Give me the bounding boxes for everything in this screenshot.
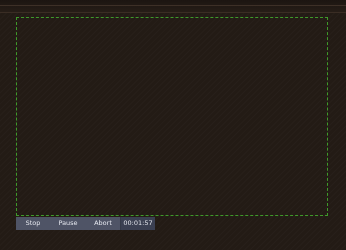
- top-bar: [0, 0, 346, 13]
- recording-region-frame[interactable]: [16, 17, 328, 216]
- recording-timer: 00:01:57: [121, 217, 155, 230]
- abort-button[interactable]: Abort: [86, 217, 120, 230]
- stop-button[interactable]: Stop: [16, 217, 50, 230]
- recording-control-bar: Stop Pause Abort 00:01:57: [16, 217, 155, 230]
- pause-button[interactable]: Pause: [50, 217, 86, 230]
- top-bar-divider: [0, 5, 346, 6]
